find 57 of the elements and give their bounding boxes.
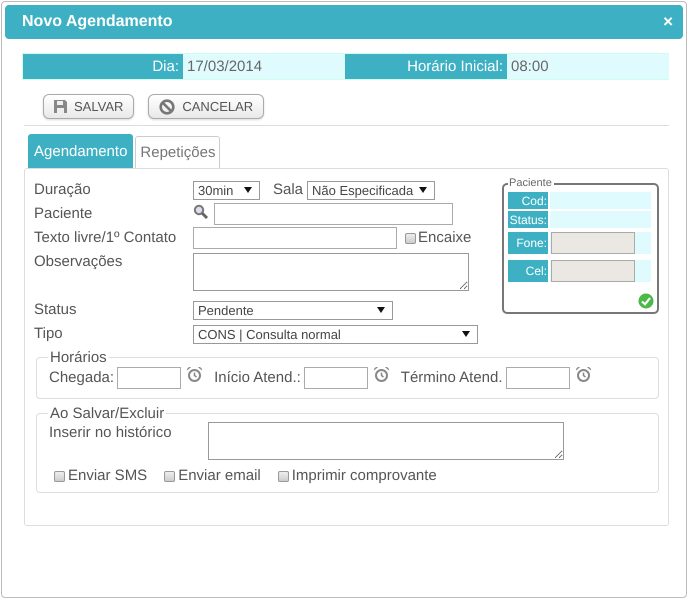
group-legend: Ao Salvar/Excluir xyxy=(48,405,166,422)
caret-icon xyxy=(244,187,252,193)
time-input[interactable] xyxy=(117,366,182,388)
notes-textarea[interactable] xyxy=(193,253,469,291)
history-textarea[interactable] xyxy=(208,422,564,460)
duration-dropdown[interactable]: 30min xyxy=(193,180,260,200)
search-icon xyxy=(193,204,209,218)
type-dropdown[interactable]: CONS | Consulta normal xyxy=(193,324,478,344)
alarm-clock-icon[interactable] xyxy=(186,366,204,383)
patient-label: Fone: xyxy=(508,232,548,254)
field-label: Paciente xyxy=(34,204,94,224)
checkbox-label: Encaixe xyxy=(418,228,472,248)
caret-icon xyxy=(462,331,470,337)
save-button[interactable]: SALVAR xyxy=(43,94,134,119)
checkbox-label: Enviar SMS xyxy=(68,466,148,486)
cancel-button[interactable]: CANCELAR xyxy=(148,94,264,119)
caret-icon xyxy=(377,307,385,313)
field-label: Texto livre/1º Contato xyxy=(34,228,178,248)
checkbox[interactable] xyxy=(54,470,65,482)
phone-input[interactable] xyxy=(551,232,635,254)
checkbox-label: Imprimir comprovante xyxy=(292,466,437,486)
field-label: Início Atend.: xyxy=(214,368,301,388)
field-label: Sala xyxy=(273,180,304,200)
cancel-icon xyxy=(159,98,176,114)
checkbox-label: Enviar email xyxy=(178,466,261,486)
group-legend: Horários xyxy=(48,349,109,366)
text-input[interactable] xyxy=(193,227,397,249)
field-label: Inserir no histórico xyxy=(49,423,173,443)
alarm-clock-icon[interactable] xyxy=(372,366,390,383)
window-title: Novo Agendamento xyxy=(22,13,173,31)
patient-label: Cod: xyxy=(508,192,548,209)
field-label: Observações xyxy=(34,252,124,272)
status-dropdown[interactable]: Pendente xyxy=(193,300,393,320)
caret-icon xyxy=(419,187,428,193)
phone-input[interactable] xyxy=(551,260,635,282)
time-input[interactable] xyxy=(506,366,570,388)
info-label: Dia: xyxy=(23,54,183,79)
tab[interactable]: Repetições xyxy=(135,136,220,168)
room-dropdown[interactable]: Não Especificada xyxy=(307,180,436,200)
check-icon xyxy=(638,293,654,309)
checkbox[interactable] xyxy=(405,232,416,244)
info-label: Horário Inicial: xyxy=(345,54,507,79)
panel-legend: Paciente xyxy=(508,177,554,189)
alarm-clock-icon[interactable] xyxy=(574,366,592,383)
checkbox[interactable] xyxy=(278,470,289,482)
checkbox[interactable] xyxy=(164,470,176,482)
time-input[interactable] xyxy=(304,366,368,388)
field-label: Término Atend. xyxy=(400,368,503,388)
field-label: Duração xyxy=(34,180,92,200)
field-label: Tipo xyxy=(34,324,64,344)
info-value: 08:00 xyxy=(507,54,669,79)
field-label: Status xyxy=(34,300,78,320)
info-value: 17/03/2014 xyxy=(183,54,345,79)
patient-label: Status: xyxy=(508,211,548,228)
patient-input[interactable] xyxy=(214,203,453,225)
patient-label: Cel: xyxy=(508,260,548,282)
field-label: Chegada: xyxy=(49,368,114,388)
